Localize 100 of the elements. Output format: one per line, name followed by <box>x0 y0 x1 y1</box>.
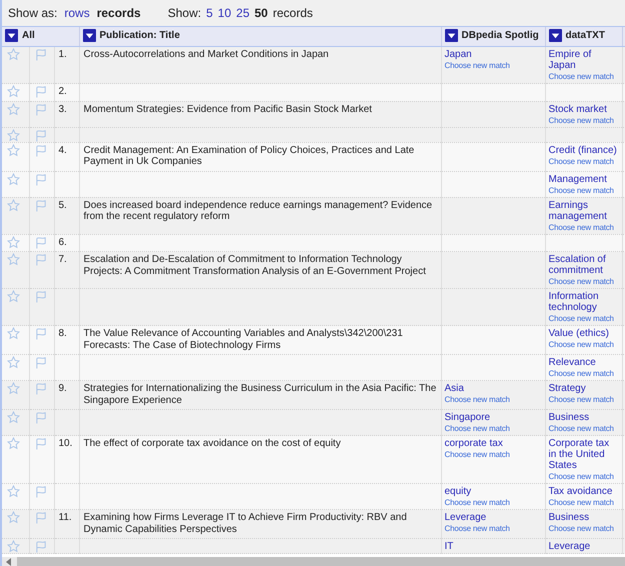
star-icon[interactable] <box>7 411 20 424</box>
choose-new-match-link[interactable]: Choose new match <box>548 276 618 287</box>
match-link[interactable]: Management <box>548 174 618 184</box>
flag-icon[interactable] <box>34 102 48 116</box>
choose-new-match-link[interactable]: Choose new match <box>548 523 618 534</box>
star-icon[interactable] <box>7 356 20 369</box>
match-link[interactable]: equity <box>444 486 542 497</box>
flag-icon[interactable] <box>34 85 48 98</box>
match-link[interactable]: Empire of Japan <box>548 49 618 71</box>
star-icon[interactable] <box>7 102 20 116</box>
choose-new-match-link[interactable]: Choose new match <box>548 156 618 166</box>
star-icon[interactable] <box>7 236 20 248</box>
choose-new-match-link[interactable]: Choose new match <box>444 423 542 434</box>
view-label: Show as: <box>8 6 58 20</box>
match-link[interactable]: Business <box>548 512 618 523</box>
view-mode-link[interactable]: rows <box>64 6 90 20</box>
flag-icon[interactable] <box>34 253 48 266</box>
star-icon[interactable] <box>7 198 20 212</box>
flag-icon[interactable] <box>34 290 48 303</box>
choose-new-match-link[interactable]: Choose new match <box>548 114 618 126</box>
row-number: 2. <box>58 86 67 97</box>
flag-icon[interactable] <box>34 356 48 369</box>
title-cell-text: Strategies for Internationalizing the Business Curriculum in the Asia Pacific: The Singapore Experience <box>84 383 436 406</box>
match-link[interactable]: Asia <box>444 383 542 394</box>
column-header[interactable]: dataTXT <box>545 27 622 46</box>
flag-icon[interactable] <box>34 144 48 156</box>
choose-new-match-link[interactable]: Choose new match <box>548 497 618 508</box>
star-icon[interactable] <box>7 172 20 186</box>
flag-icon[interactable] <box>34 128 48 142</box>
star-icon[interactable] <box>7 128 20 142</box>
star-icon[interactable] <box>7 327 20 340</box>
star-icon[interactable] <box>7 48 20 61</box>
star-icon[interactable] <box>7 382 20 395</box>
flag-icon[interactable] <box>34 437 48 450</box>
flag-icon[interactable] <box>34 48 48 61</box>
star-icon[interactable] <box>7 511 20 524</box>
star-icon[interactable] <box>7 290 20 303</box>
page-size-link[interactable]: 5 <box>206 6 213 20</box>
flag-icon[interactable] <box>34 485 48 498</box>
choose-new-match-link[interactable]: Choose new match <box>548 222 618 232</box>
star-icon[interactable] <box>7 485 20 498</box>
flag-icon[interactable] <box>34 172 48 186</box>
choose-new-match-link[interactable]: Choose new match <box>548 184 618 196</box>
row-number: 9. <box>58 383 67 394</box>
match-link[interactable]: Japan <box>444 49 542 60</box>
horizontal-scrollbar[interactable] <box>2 557 625 566</box>
dropdown-icon[interactable] <box>444 28 458 42</box>
match-link[interactable]: Information technology <box>548 291 618 313</box>
choose-new-match-link[interactable]: Choose new match <box>548 368 618 379</box>
choose-new-match-link[interactable]: Choose new match <box>444 60 542 71</box>
match-link[interactable]: Value (ethics) <box>548 328 618 339</box>
page-size-link[interactable]: 10 <box>218 6 232 20</box>
match-link[interactable]: corporate tax <box>444 438 542 449</box>
match-link[interactable]: Credit (finance) <box>548 144 618 156</box>
title-cell-text: Does increased board independence reduce earnings management? Evidence from the recent regulatory reform <box>84 200 432 222</box>
match-link[interactable]: Strategy <box>548 383 618 394</box>
star-icon[interactable] <box>7 540 20 553</box>
dropdown-icon[interactable] <box>5 28 18 42</box>
star-icon[interactable] <box>7 253 20 266</box>
match-link[interactable]: Earnings management <box>548 200 618 222</box>
star-icon[interactable] <box>7 437 20 450</box>
match-link[interactable]: Leverage <box>444 512 542 523</box>
view-mode-link[interactable]: records <box>96 6 141 20</box>
choose-new-match-link[interactable]: Choose new match <box>548 71 618 82</box>
match-link[interactable]: Relevance <box>548 357 618 368</box>
choose-new-match-link[interactable]: Choose new match <box>548 394 618 405</box>
dropdown-icon[interactable] <box>548 28 562 42</box>
page-size-link[interactable]: 50 <box>254 6 268 20</box>
flag-icon[interactable] <box>34 382 48 395</box>
title-cell-text: The Value Relevance of Accounting Variables and Analysts\342\200\231 Forecasts: The Case of Biotechnology Firms <box>84 328 403 350</box>
choose-new-match-link[interactable]: Choose new match <box>444 523 542 534</box>
title-cell-text: Momentum Strategies: Evidence from Pacific Basin Stock Market <box>84 104 372 114</box>
match-link[interactable]: Tax avoidance <box>548 486 618 497</box>
flag-icon[interactable] <box>34 540 48 553</box>
flag-icon[interactable] <box>34 511 48 524</box>
star-icon[interactable] <box>7 144 20 156</box>
choose-new-match-link[interactable]: Choose new match <box>444 394 542 405</box>
match-link[interactable]: Business <box>548 412 618 423</box>
column-header[interactable]: All <box>2 27 79 46</box>
choose-new-match-link[interactable]: Choose new match <box>548 423 618 434</box>
scroll-left-icon[interactable] <box>6 558 12 566</box>
choose-new-match-link[interactable]: Choose new match <box>444 497 542 508</box>
page-size-link[interactable]: 25 <box>236 6 250 20</box>
match-link[interactable]: Singapore <box>444 412 542 423</box>
column-header[interactable]: Publication: Title <box>79 27 441 46</box>
choose-new-match-link[interactable]: Choose new match <box>548 339 618 350</box>
column-header[interactable]: DBpedia Spotlig <box>441 27 545 46</box>
match-link[interactable]: Escalation of commitment <box>548 254 618 276</box>
flag-icon[interactable] <box>34 198 48 212</box>
flag-icon[interactable] <box>34 236 48 248</box>
flag-icon[interactable] <box>34 411 48 424</box>
choose-new-match-link[interactable]: Choose new match <box>444 449 542 460</box>
match-link[interactable]: Corporate tax in the United States <box>548 438 618 471</box>
choose-new-match-link[interactable]: Choose new match <box>548 313 618 324</box>
choose-new-match-link[interactable]: Choose new match <box>548 471 618 482</box>
row-number: 4. <box>58 144 67 156</box>
flag-icon[interactable] <box>34 327 48 340</box>
match-link[interactable]: Stock market <box>548 104 618 114</box>
dropdown-icon[interactable] <box>82 28 96 42</box>
star-icon[interactable] <box>7 85 20 98</box>
